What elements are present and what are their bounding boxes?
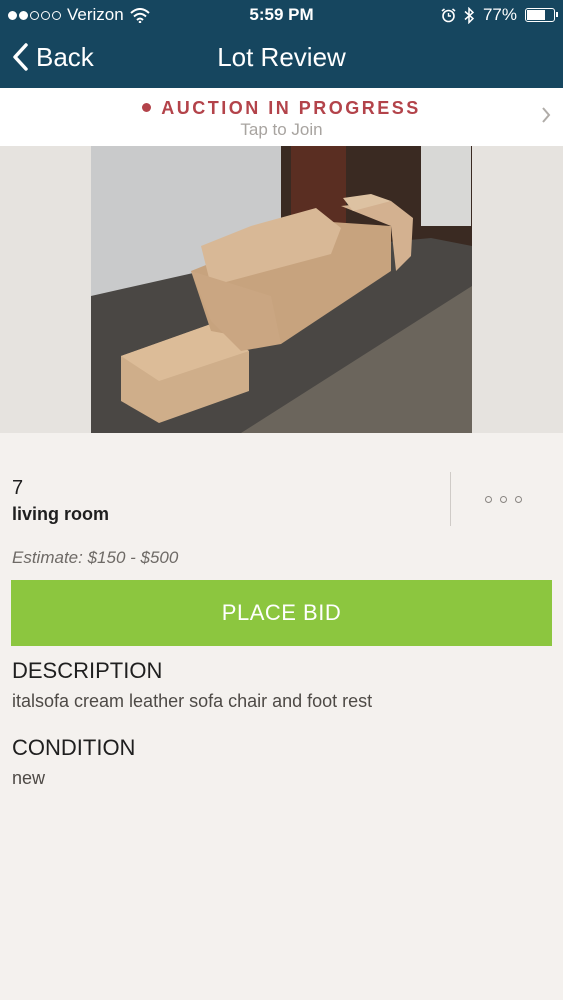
chevron-right-icon <box>542 107 551 123</box>
chevron-left-icon <box>13 43 28 71</box>
battery-icon <box>525 8 558 22</box>
more-dot-icon <box>499 495 507 503</box>
auction-banner[interactable]: AUCTION IN PROGRESS Tap to Join <box>0 88 563 147</box>
lot-estimate: Estimate: $150 - $500 <box>12 548 179 567</box>
condition-heading: CONDITION <box>12 735 136 760</box>
status-right: 77% <box>441 5 558 25</box>
alarm-clock-icon <box>441 7 456 22</box>
auction-join-label: Tap to Join <box>240 120 323 139</box>
back-button[interactable]: Back <box>12 40 94 74</box>
lot-image-area <box>0 146 563 433</box>
auction-status: AUCTION IN PROGRESS <box>0 98 563 119</box>
status-bar: Verizon 5:59 PM 77% <box>0 0 563 30</box>
description-text: italsofa cream leather sofa chair and fo… <box>12 691 373 711</box>
battery-level <box>527 10 546 20</box>
description-heading: DESCRIPTION <box>12 658 163 683</box>
more-options-button[interactable] <box>470 484 536 514</box>
nav-header: Verizon 5:59 PM 77% Back Lot Review <box>0 0 563 88</box>
auction-status-label: AUCTION IN PROGRESS <box>161 98 421 118</box>
lot-number: 7 <box>12 477 24 499</box>
battery-percent: 77% <box>482 5 517 24</box>
more-dot-icon <box>484 495 492 503</box>
back-label: Back <box>36 41 94 72</box>
live-dot-icon <box>142 102 152 112</box>
condition-text: new <box>12 768 46 788</box>
lot-photo[interactable] <box>91 146 472 433</box>
more-dot-icon <box>514 495 522 503</box>
bluetooth-icon <box>464 6 475 24</box>
place-bid-button[interactable]: PLACE BID <box>11 580 552 646</box>
divider <box>450 472 451 526</box>
lot-title: living room <box>12 504 110 524</box>
